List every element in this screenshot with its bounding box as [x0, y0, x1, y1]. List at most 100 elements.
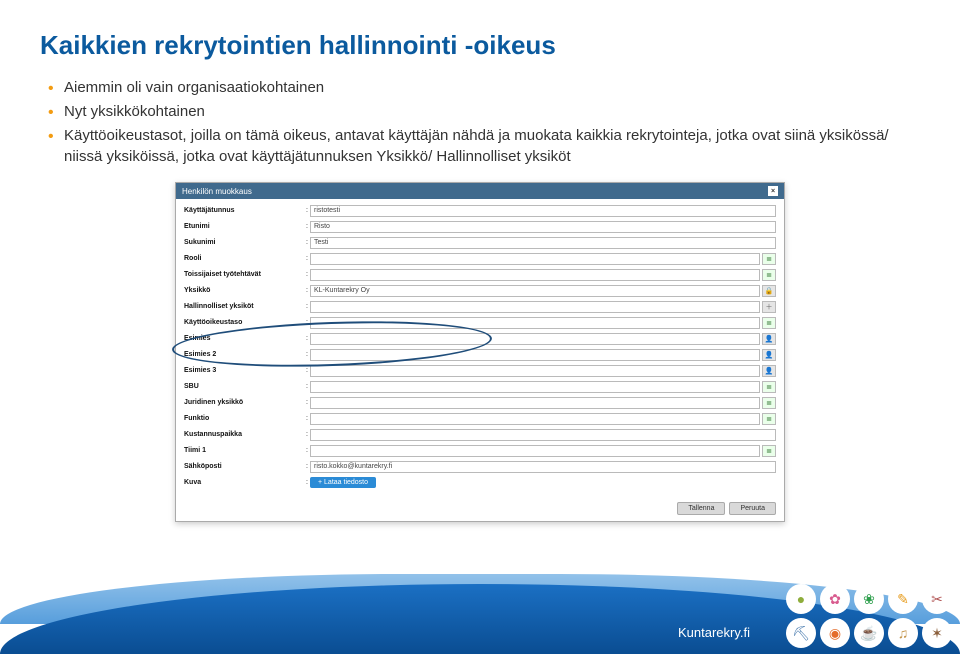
- decorative-icon-cluster: ● ✿ ❀ ✎ ✂ ⛏ ◉ ☕ ♫ ✶: [786, 584, 952, 648]
- text-input[interactable]: [310, 317, 760, 329]
- form-row: Kustannuspaikka:: [184, 427, 776, 442]
- close-icon[interactable]: ×: [768, 186, 778, 196]
- field-wrapper: 👤: [310, 365, 776, 377]
- upload-button[interactable]: + Lataa tiedosto: [310, 477, 376, 488]
- form-row: Esimies:👤: [184, 331, 776, 346]
- field-wrapper: ≣: [310, 413, 776, 425]
- form-row: Yksikkö:KL-Kuntarekry Oy🔒: [184, 283, 776, 298]
- field-wrapper: ≣: [310, 445, 776, 457]
- gray-plus-icon[interactable]: ＋: [762, 301, 776, 313]
- bullet-item: Käyttöoikeustasot, joilla on tämä oikeus…: [48, 125, 920, 169]
- list-icon[interactable]: ≣: [762, 397, 776, 409]
- text-input[interactable]: [310, 349, 760, 361]
- list-icon[interactable]: ≣: [762, 381, 776, 393]
- text-input[interactable]: [310, 253, 760, 265]
- form-row: Funktio:≣: [184, 411, 776, 426]
- text-input[interactable]: ristotesti: [310, 205, 776, 217]
- field-label: Hallinnolliset yksiköt: [184, 303, 304, 310]
- form-row: Sähköposti:risto.kokko@kuntarekry.fi: [184, 459, 776, 474]
- field-label: Esimies 2: [184, 351, 304, 358]
- field-wrapper: [310, 429, 776, 441]
- cancel-button[interactable]: Peruuta: [729, 502, 776, 515]
- form-row: Sukunimi:Testi: [184, 235, 776, 250]
- field-label: Toissijaiset työtehtävät: [184, 271, 304, 278]
- bullet-item: Aiemmin oli vain organisaatiokohtainen: [48, 77, 920, 99]
- field-label: Käyttöoikeustaso: [184, 319, 304, 326]
- mug-icon: ☕: [854, 618, 884, 648]
- brand-text: Kuntarekry.fi: [678, 625, 750, 640]
- pencil-icon: ✎: [888, 584, 918, 614]
- field-wrapper: 👤: [310, 333, 776, 345]
- form-row: Juridinen yksikkö:≣: [184, 395, 776, 410]
- field-label: Tiimi 1: [184, 447, 304, 454]
- form-row: Rooli:≣: [184, 251, 776, 266]
- text-input[interactable]: [310, 301, 760, 313]
- list-icon[interactable]: ≣: [762, 413, 776, 425]
- list-icon[interactable]: ≣: [762, 253, 776, 265]
- field-wrapper: risto.kokko@kuntarekry.fi: [310, 461, 776, 473]
- gray-user-icon[interactable]: 👤: [762, 349, 776, 361]
- gray-lock-icon[interactable]: 🔒: [762, 285, 776, 297]
- save-button[interactable]: Tallenna: [677, 502, 725, 515]
- field-wrapper: ≣: [310, 269, 776, 281]
- text-input[interactable]: [310, 429, 776, 441]
- form-row: Hallinnolliset yksiköt:＋: [184, 299, 776, 314]
- field-label: Etunimi: [184, 223, 304, 230]
- field-label: SBU: [184, 383, 304, 390]
- field-wrapper: Testi: [310, 237, 776, 249]
- text-input[interactable]: risto.kokko@kuntarekry.fi: [310, 461, 776, 473]
- field-wrapper: ≣: [310, 253, 776, 265]
- field-wrapper: 👤: [310, 349, 776, 361]
- text-input[interactable]: [310, 445, 760, 457]
- text-input[interactable]: [310, 333, 760, 345]
- field-label: Käyttäjätunnus: [184, 207, 304, 214]
- text-input[interactable]: [310, 381, 760, 393]
- slide-title: Kaikkien rekrytointien hallinnointi -oik…: [40, 30, 920, 61]
- text-input[interactable]: Risto: [310, 221, 776, 233]
- field-label: Esimies 3: [184, 367, 304, 374]
- scissors-icon: ✂: [922, 584, 952, 614]
- modal-footer: Tallenna Peruuta: [176, 497, 784, 521]
- gray-user-icon[interactable]: 👤: [762, 333, 776, 345]
- gray-user-icon[interactable]: 👤: [762, 365, 776, 377]
- field-label: Sukunimi: [184, 239, 304, 246]
- bullet-list: Aiemmin oli vain organisaatiokohtainen N…: [48, 77, 920, 168]
- palette-icon: ◉: [820, 618, 850, 648]
- field-label: Kustannuspaikka: [184, 431, 304, 438]
- text-input[interactable]: [310, 397, 760, 409]
- tree-icon: ❀: [854, 584, 884, 614]
- whisk-icon: ✶: [922, 618, 952, 648]
- field-label: Yksikkö: [184, 287, 304, 294]
- text-input[interactable]: KL-Kuntarekry Oy: [310, 285, 760, 297]
- form-row: Esimies 3:👤: [184, 363, 776, 378]
- list-icon[interactable]: ≣: [762, 445, 776, 457]
- form-row: Käyttäjätunnus:ristotesti: [184, 203, 776, 218]
- form-row: Esimies 2:👤: [184, 347, 776, 362]
- form-row: Tiimi 1:≣: [184, 443, 776, 458]
- form-row: Käyttöoikeustaso:≣: [184, 315, 776, 330]
- field-wrapper: Risto: [310, 221, 776, 233]
- text-input[interactable]: [310, 269, 760, 281]
- field-label: Juridinen yksikkö: [184, 399, 304, 406]
- field-wrapper: ≣: [310, 317, 776, 329]
- flower-icon: ✿: [820, 584, 850, 614]
- field-label: Kuva: [184, 479, 304, 486]
- list-icon[interactable]: ≣: [762, 269, 776, 281]
- modal-title: Henkilön muokkaus: [182, 187, 252, 196]
- field-label: Funktio: [184, 415, 304, 422]
- field-wrapper: + Lataa tiedosto: [310, 477, 776, 488]
- list-icon[interactable]: ≣: [762, 317, 776, 329]
- field-wrapper: KL-Kuntarekry Oy🔒: [310, 285, 776, 297]
- text-input[interactable]: Testi: [310, 237, 776, 249]
- field-wrapper: ristotesti: [310, 205, 776, 217]
- field-wrapper: ＋: [310, 301, 776, 313]
- field-wrapper: ≣: [310, 381, 776, 393]
- music-icon: ♫: [888, 618, 918, 648]
- field-label: Rooli: [184, 255, 304, 262]
- form-row: Etunimi:Risto: [184, 219, 776, 234]
- text-input[interactable]: [310, 365, 760, 377]
- text-input[interactable]: [310, 413, 760, 425]
- field-wrapper: ≣: [310, 397, 776, 409]
- modal-dialog: Henkilön muokkaus × Käyttäjätunnus:risto…: [175, 182, 785, 522]
- field-label: Sähköposti: [184, 463, 304, 470]
